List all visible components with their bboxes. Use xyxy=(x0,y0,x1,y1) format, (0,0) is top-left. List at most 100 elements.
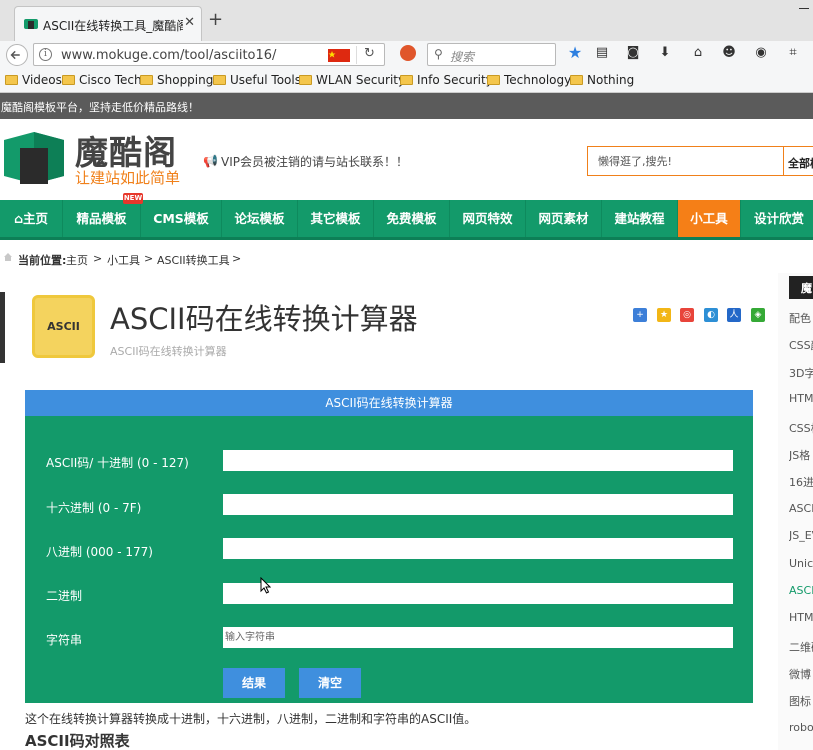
breadcrumb-home[interactable]: 主页 xyxy=(66,252,88,268)
download-icon[interactable]: ⬇ xyxy=(657,45,673,61)
sidebar-item[interactable]: 配色 xyxy=(789,310,813,326)
site-search-input[interactable] xyxy=(588,147,782,175)
site-search-box[interactable] xyxy=(587,146,783,176)
minimize-window-icon[interactable] xyxy=(799,8,809,9)
calculator-header: ASCII码在线转换计算器 xyxy=(25,390,753,416)
bookmark-info-security[interactable]: Info Security xyxy=(400,73,493,89)
share-qzone-icon[interactable]: ★ xyxy=(657,308,671,322)
string-input[interactable] xyxy=(223,627,733,648)
site-info-icon[interactable]: i xyxy=(39,48,52,61)
ascii-table-heading: ASCII码对照表 xyxy=(25,732,130,750)
site-favicon-icon xyxy=(24,19,38,29)
new-tab-button[interactable]: + xyxy=(208,11,223,29)
browser-tab[interactable]: ASCII在线转换工具_魔酷阁 ✕ xyxy=(14,6,202,41)
nav-web-assets[interactable]: 网页素材 xyxy=(526,200,602,237)
bookmark-nothing[interactable]: Nothing xyxy=(570,73,634,89)
site-top-strip: 魔酷阁模板平台，坚持走低价精品路线！ xyxy=(0,93,813,119)
china-flag-icon xyxy=(328,49,350,62)
left-accent-bar xyxy=(0,292,5,363)
close-tab-icon[interactable]: ✕ xyxy=(184,15,195,30)
nav-design-showcase[interactable]: 设计欣赏 xyxy=(741,200,813,237)
search-placeholder: 搜索 xyxy=(450,50,475,64)
sidebar-item[interactable]: JS格 xyxy=(789,447,813,463)
smiley-icon[interactable]: ☻ xyxy=(721,45,737,61)
binary-label: 二进制 xyxy=(46,589,83,603)
binary-input[interactable] xyxy=(223,583,733,604)
breadcrumb-sep: > xyxy=(144,252,154,265)
sidebar-item[interactable]: 3D字 xyxy=(789,365,813,381)
sidebar-item[interactable]: HTML xyxy=(789,611,813,624)
octal-input[interactable] xyxy=(223,538,733,559)
bookmark-useful-tools[interactable]: Useful Tools xyxy=(213,73,301,89)
nav-web-effects[interactable]: 网页特效 xyxy=(450,200,526,237)
adblock-icon[interactable] xyxy=(400,45,416,61)
browser-tab-bar: ASCII在线转换工具_魔酷阁 ✕ + xyxy=(0,0,813,41)
sidebar-item[interactable]: JS_EV xyxy=(789,529,813,542)
address-bar[interactable]: i www.mokuge.com/tool/asciito16/ ↻ xyxy=(33,43,385,66)
sidebar-item[interactable]: ASCII xyxy=(789,502,813,515)
sidebar-item[interactable]: 16进制 xyxy=(789,474,813,490)
nav-cms-templates[interactable]: CMS模板 xyxy=(141,200,222,237)
sidebar-item[interactable]: 图标 xyxy=(789,693,813,709)
home-icon[interactable]: ⌂ xyxy=(690,45,706,61)
site-search-button[interactable]: 全部模板 xyxy=(783,146,813,176)
description-text: 这个在线转换计算器转换成十进制，十六进制，八进制，二进制和字符串的ASCII值。 xyxy=(25,712,477,726)
chat-icon[interactable]: ◉ xyxy=(753,45,769,61)
page-subtitle: ASCII码在线转换计算器 xyxy=(110,345,227,358)
sidebar-item[interactable]: robot xyxy=(789,721,813,734)
clear-button[interactable]: 清空 xyxy=(299,668,361,698)
nav-premium-templates[interactable]: 精品模板 xyxy=(63,200,141,237)
hex-input[interactable] xyxy=(223,494,733,515)
new-badge: NEW xyxy=(123,193,143,204)
sidebar-heading: 魔 xyxy=(789,276,813,299)
nav-free-templates[interactable]: 免费模板 xyxy=(374,200,450,237)
pocket-icon[interactable]: ◙ xyxy=(625,45,641,61)
decimal-input[interactable] xyxy=(223,450,733,471)
string-label: 字符串 xyxy=(46,633,83,647)
result-button[interactable]: 结果 xyxy=(223,668,285,698)
share-weibo-icon[interactable]: ◎ xyxy=(680,308,694,322)
sidebar-item[interactable]: CSS格 xyxy=(789,420,813,436)
nav-tutorials[interactable]: 建站教程 xyxy=(602,200,678,237)
back-button[interactable] xyxy=(6,44,28,66)
crop-icon[interactable]: ⌗ xyxy=(785,45,801,61)
bookmark-technology[interactable]: Technology xyxy=(487,73,571,89)
hex-label: 十六进制 (0 - 7F) xyxy=(46,501,142,515)
top-strip-text: 魔酷阁模板平台，坚持走低价精品路线！ xyxy=(1,101,199,114)
url-text[interactable]: www.mokuge.com/tool/asciito16/ xyxy=(61,48,276,63)
page-title: ASCII码在线转换计算器 xyxy=(110,302,418,336)
sidebar-item[interactable]: HTML xyxy=(789,392,813,405)
clipboard-icon[interactable]: ▤ xyxy=(594,45,610,61)
bookmark-star-icon[interactable]: ★ xyxy=(567,45,583,61)
sidebar-item[interactable]: 微博 xyxy=(789,666,813,682)
bookmark-wlan-security[interactable]: WLAN Security xyxy=(299,73,405,89)
share-plus-icon[interactable]: + xyxy=(633,308,647,322)
sidebar-item-active[interactable]: ASCII xyxy=(789,584,813,597)
breadcrumb-tools[interactable]: 小工具 xyxy=(107,252,140,268)
share-renren-icon[interactable]: 人 xyxy=(727,308,741,322)
share-wechat-icon[interactable]: ◈ xyxy=(751,308,765,322)
folder-icon xyxy=(5,75,18,85)
bookmark-cisco-tech[interactable]: Cisco Tech xyxy=(62,73,142,89)
share-tencent-icon[interactable]: ◐ xyxy=(704,308,718,322)
search-icon: ⚲ xyxy=(434,47,443,61)
vip-notice[interactable]: VIP会员被注销的请与站长联系！！ xyxy=(221,153,408,170)
nav-other-templates[interactable]: 其它模板 xyxy=(298,200,374,237)
megaphone-icon: 📢 xyxy=(203,154,218,168)
sidebar-item[interactable]: Unico xyxy=(789,557,813,570)
nav-home[interactable]: ⌂主页 xyxy=(0,200,63,237)
bookmarks-bar: Videos Cisco Tech Shopping Useful Tools … xyxy=(0,68,813,93)
breadcrumb-current[interactable]: ASCII转换工具 xyxy=(157,252,230,268)
reload-icon[interactable]: ↻ xyxy=(364,46,375,61)
site-logo-icon[interactable] xyxy=(0,130,68,186)
logo-slogan: 让建站如此简单 xyxy=(75,169,181,187)
bookmark-shopping[interactable]: Shopping xyxy=(140,73,213,89)
octal-label: 八进制 (000 - 177) xyxy=(46,545,153,559)
nav-tools[interactable]: 小工具 xyxy=(678,200,741,237)
bookmark-videos[interactable]: Videos xyxy=(5,73,62,89)
sidebar-item[interactable]: 二维码 xyxy=(789,639,813,655)
browser-search-box[interactable]: ⚲ 搜索 xyxy=(427,43,556,66)
nav-forum-templates[interactable]: 论坛模板 xyxy=(222,200,298,237)
sidebar-item[interactable]: CSS颜 xyxy=(789,337,813,353)
home-icon: ⌂ xyxy=(14,211,23,226)
